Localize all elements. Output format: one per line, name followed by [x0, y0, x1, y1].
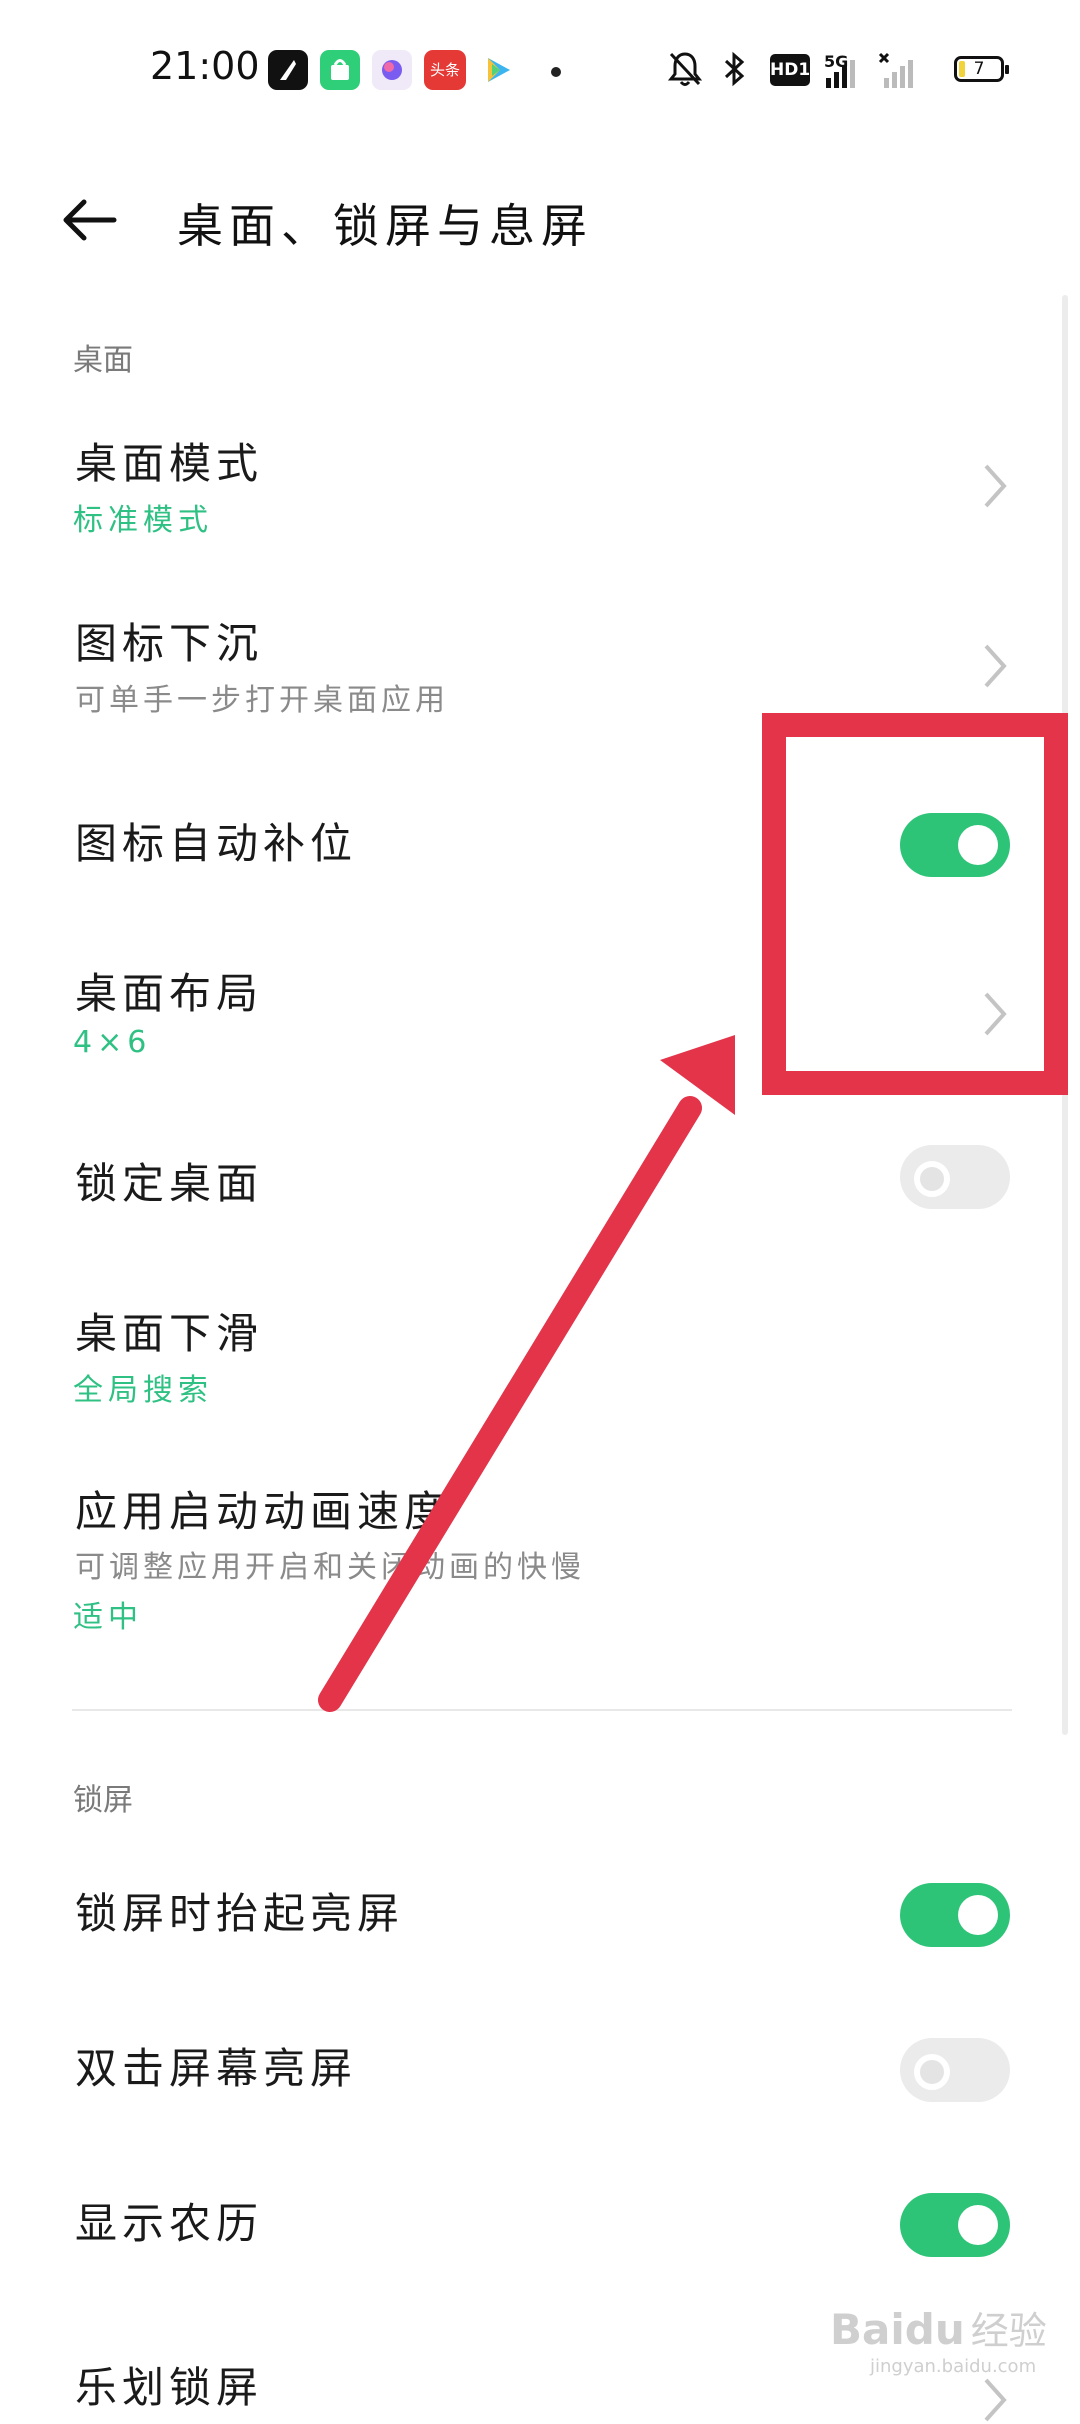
- bluetooth-icon: [722, 50, 748, 92]
- battery-level: 7: [973, 59, 985, 79]
- setting-value: 适中: [73, 1600, 143, 1635]
- page-title: 桌面、锁屏与息屏: [177, 199, 593, 253]
- baidu-watermark: Baidu 经验 jingyan.baidu.com: [830, 2300, 1047, 2377]
- toggle-knob: [914, 1161, 950, 1197]
- setting-title: 锁定桌面: [75, 1159, 264, 1208]
- setting-title: 显示农历: [75, 2199, 264, 2248]
- more-dot-icon: [551, 67, 561, 77]
- setting-title: 图标自动补位: [75, 819, 358, 868]
- hd-voice-icon: HD1: [770, 54, 810, 86]
- chevron-right-icon: [984, 2378, 1007, 2422]
- setting-double-tap-wake[interactable]: 双击屏幕亮屏: [0, 2015, 1080, 2125]
- setting-title: 双击屏幕亮屏: [75, 2044, 358, 2093]
- signal-5g-icon: [824, 52, 864, 94]
- app-bar: 桌面、锁屏与息屏: [0, 170, 1080, 270]
- toggle-knob: [914, 2054, 950, 2090]
- toutiao-app-icon: 头条: [424, 50, 466, 90]
- setting-title: 桌面布局: [75, 969, 264, 1018]
- section-header-desktop: 桌面: [73, 343, 133, 378]
- toggle-switch-on[interactable]: [900, 1883, 1010, 1947]
- setting-value: 标准模式: [73, 503, 213, 538]
- setting-raise-to-wake[interactable]: 锁屏时抬起亮屏: [0, 1860, 1080, 1970]
- setting-title: 应用启动动画速度: [75, 1487, 452, 1536]
- video-app-icon: [478, 50, 518, 90]
- status-time: 21:00: [150, 44, 260, 88]
- arrow-left-icon[interactable]: [62, 192, 122, 248]
- chevron-right-icon: [984, 644, 1007, 688]
- battery-icon: 7: [954, 56, 1009, 82]
- toggle-switch-off[interactable]: [900, 1145, 1010, 1209]
- section-header-lockscreen: 锁屏: [73, 1783, 133, 1818]
- setting-subtitle: 可调整应用开启和关闭动画的快慢: [75, 1550, 585, 1585]
- watermark-main: Baidu: [830, 2305, 965, 2354]
- setting-title: 桌面模式: [75, 439, 264, 488]
- toggle-knob: [958, 2205, 998, 2245]
- feather-app-icon: [268, 50, 308, 90]
- setting-title: 图标下沉: [75, 619, 264, 668]
- watermark-cn: 经验: [970, 2309, 1047, 2353]
- section-divider: [72, 1709, 1012, 1711]
- watermark-sub: jingyan.baidu.com: [870, 2356, 1037, 2377]
- setting-value: 全局搜索: [73, 1373, 213, 1408]
- annotation-highlight-box: [762, 713, 1068, 1095]
- toggle-switch-on[interactable]: [900, 2193, 1010, 2257]
- setting-lock-desktop[interactable]: 锁定桌面: [0, 1130, 1080, 1240]
- toggle-knob: [958, 1895, 998, 1935]
- browser-app-icon: [372, 50, 412, 90]
- toggle-switch-off[interactable]: [900, 2038, 1010, 2102]
- setting-show-lunar-calendar[interactable]: 显示农历: [0, 2170, 1080, 2280]
- setting-value: 4×6: [73, 1025, 152, 1060]
- signal-empty-icon: [878, 52, 922, 94]
- setting-app-launch-animation-speed[interactable]: 应用启动动画速度 可调整应用开启和关闭动画的快慢 适中: [0, 1460, 1080, 1660]
- bell-off-icon: [667, 50, 703, 92]
- setting-title: 乐划锁屏: [75, 2363, 264, 2412]
- setting-subtitle: 可单手一步打开桌面应用: [75, 683, 449, 718]
- setting-title: 桌面下滑: [75, 1309, 264, 1358]
- chevron-right-icon: [984, 464, 1007, 508]
- setting-title: 锁屏时抬起亮屏: [75, 1889, 405, 1938]
- status-bar: 21:00 头条 HD1 5G 7: [0, 0, 1080, 130]
- setting-desktop-swipe-down[interactable]: 桌面下滑 全局搜索: [0, 1280, 1080, 1430]
- shopping-bag-app-icon: [320, 50, 360, 90]
- setting-desktop-mode[interactable]: 桌面模式 标准模式: [0, 410, 1080, 560]
